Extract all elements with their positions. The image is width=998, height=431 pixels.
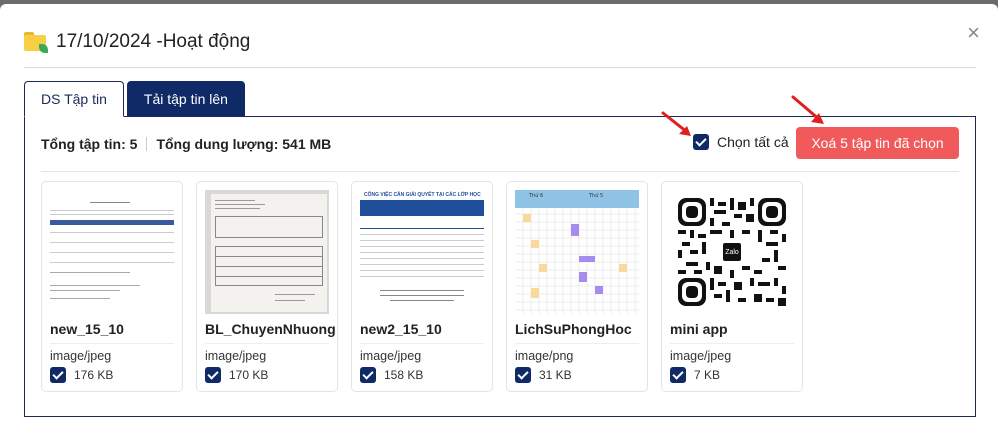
- file-thumbnail[interactable]: Thứ 6 Thứ 5: [515, 190, 639, 314]
- file-card[interactable]: new_15_10 image/jpeg 176 KB: [41, 181, 183, 392]
- file-card[interactable]: Zalo mini app image/jpeg 7 KB: [661, 181, 803, 392]
- close-icon[interactable]: ×: [967, 22, 980, 44]
- file-size: 31 KB: [539, 368, 572, 382]
- thumbnail-heading: CÔNG VIỆC CẦN GIẢI QUYẾT TẠI CÁC LỚP HỌC: [364, 192, 481, 198]
- select-all-label: Chọn tất cả: [717, 134, 789, 150]
- file-grid: new_15_10 image/jpeg 176 KB BL_ChuyenNhu…: [41, 181, 803, 392]
- file-card[interactable]: Thứ 6 Thứ 5 LichSuPhongHoc image/png 31 …: [506, 181, 648, 392]
- file-checkbox[interactable]: [205, 367, 221, 383]
- file-name: LichSuPhongHoc: [515, 321, 632, 337]
- file-thumbnail[interactable]: CÔNG VIỆC CẦN GIẢI QUYẾT TẠI CÁC LỚP HỌC: [360, 190, 484, 314]
- file-name: BL_ChuyenNhuong: [205, 321, 336, 337]
- file-type: image/jpeg: [670, 349, 732, 363]
- tab-file-list[interactable]: DS Tập tin: [24, 81, 124, 117]
- file-size: 170 KB: [229, 368, 269, 382]
- file-checkbox[interactable]: [50, 367, 66, 383]
- file-checkbox[interactable]: [670, 367, 686, 383]
- select-all[interactable]: Chọn tất cả: [693, 134, 789, 150]
- file-size: 7 KB: [694, 368, 721, 382]
- file-type: image/jpeg: [50, 349, 112, 363]
- file-size: 176 KB: [74, 368, 114, 382]
- file-size: 158 KB: [384, 368, 424, 382]
- modal-header: 17/10/2024 -Hoạt động: [24, 24, 250, 60]
- file-card[interactable]: BL_ChuyenNhuong image/jpeg 170 KB: [196, 181, 338, 392]
- file-name: new_15_10: [50, 321, 124, 337]
- file-list-panel: Tổng tập tin: 5 Tổng dung lượng: 541 MB …: [24, 116, 976, 417]
- thumbnail-day-2: Thứ 5: [588, 192, 603, 199]
- thumbnail-day-1: Thứ 6: [528, 192, 543, 199]
- file-type: image/png: [515, 349, 574, 363]
- panel-divider: [41, 171, 959, 172]
- file-card[interactable]: CÔNG VIỆC CẦN GIẢI QUYẾT TẠI CÁC LỚP HỌC: [351, 181, 493, 392]
- file-thumbnail[interactable]: [205, 190, 329, 314]
- file-name: new2_15_10: [360, 321, 442, 337]
- total-size: Tổng dung lượng: 541 MB: [156, 136, 332, 152]
- header-divider: [24, 67, 976, 68]
- arrow-annotation-icon: [661, 111, 691, 136]
- file-summary: Tổng tập tin: 5 Tổng dung lượng: 541 MB: [41, 136, 331, 152]
- modal-title: 17/10/2024 -Hoạt động: [56, 31, 251, 52]
- total-files: Tổng tập tin: 5: [41, 136, 138, 152]
- file-thumbnail[interactable]: [50, 190, 174, 314]
- file-checkbox[interactable]: [515, 367, 531, 383]
- file-thumbnail[interactable]: Zalo: [670, 190, 794, 314]
- delete-selected-button[interactable]: Xoá 5 tập tin đã chọn: [796, 127, 959, 159]
- file-type: image/jpeg: [360, 349, 422, 363]
- summary-separator: [146, 137, 148, 151]
- file-name: mini app: [670, 321, 728, 337]
- file-type: image/jpeg: [205, 349, 267, 363]
- file-modal: 17/10/2024 -Hoạt động × DS Tập tin Tải t…: [0, 4, 998, 431]
- arrow-annotation-icon: [791, 95, 824, 124]
- zalo-logo: Zalo: [721, 241, 743, 263]
- schedule-grid-image: Thứ 6 Thứ 5: [515, 190, 639, 314]
- tab-bar: DS Tập tin Tải tập tin lên: [24, 81, 245, 117]
- folder-icon: [24, 32, 48, 53]
- file-checkbox[interactable]: [360, 367, 376, 383]
- tab-upload[interactable]: Tải tập tin lên: [126, 81, 245, 117]
